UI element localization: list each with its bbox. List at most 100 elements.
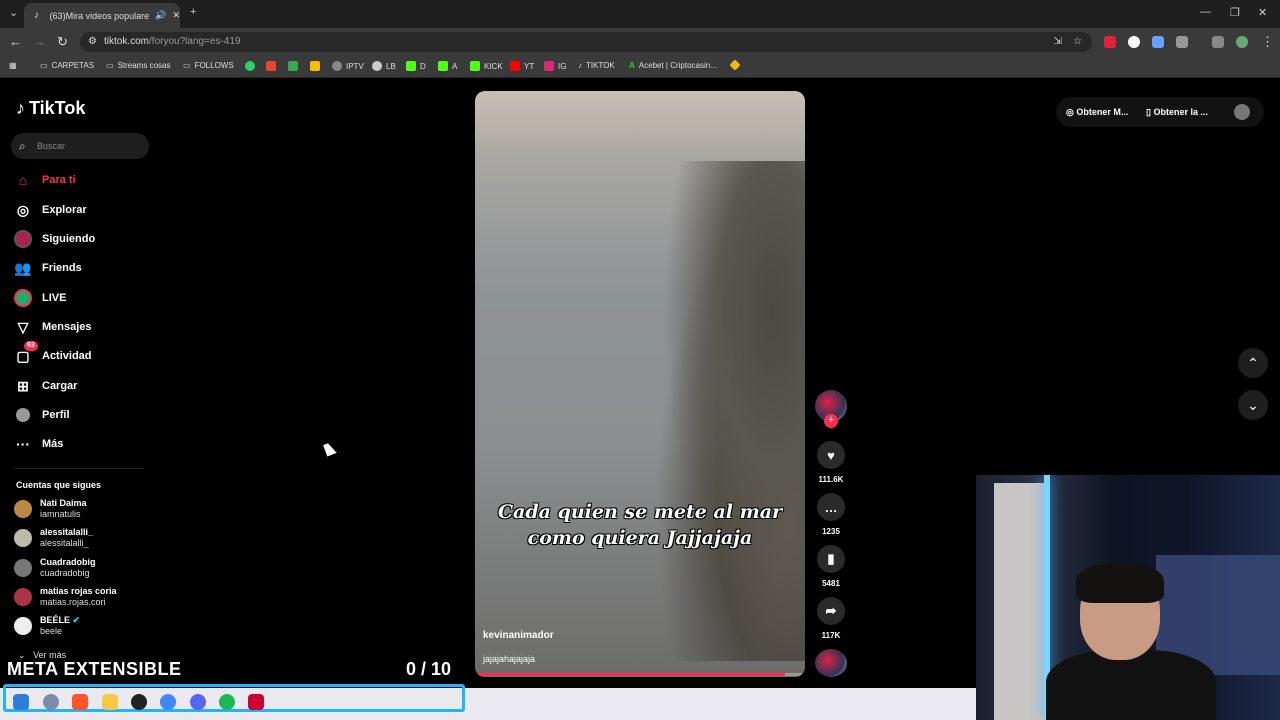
file-explorer-icon[interactable]	[102, 694, 118, 710]
nav-siguiendo[interactable]: Siguiendo	[14, 230, 95, 248]
video-progress-bar[interactable]	[475, 673, 805, 676]
chrome-icon[interactable]	[160, 694, 176, 710]
back-icon[interactable]: ←	[9, 34, 22, 49]
install-app-icon[interactable]: ⇲	[1054, 32, 1062, 52]
new-tab-icon[interactable]: +	[190, 6, 196, 18]
compass-icon: ◎	[16, 201, 30, 218]
save-button[interactable]: ▮ 5481	[815, 545, 847, 588]
nav-mas[interactable]: ··· Más	[14, 435, 63, 453]
windows-start-icon[interactable]	[13, 694, 29, 710]
settings-icon[interactable]	[43, 694, 59, 710]
nav-explorar[interactable]: ◎ Explorar	[14, 201, 87, 219]
tiktok-logo[interactable]: ♪ TikTok	[16, 98, 85, 119]
site-info-icon[interactable]: ⚙	[88, 32, 97, 52]
following-account[interactable]: Cuadradobig cuadradobig	[14, 557, 96, 579]
app-icon[interactable]	[248, 694, 264, 710]
bookmark-keep[interactable]	[310, 61, 320, 71]
extensions-puzzle-icon[interactable]	[1176, 36, 1188, 48]
bookmark-icon: ▮	[817, 545, 845, 573]
extension-wave-icon[interactable]	[1152, 36, 1164, 48]
live-icon	[14, 289, 32, 307]
nav-actividad[interactable]: ▢ 63 Actividad	[14, 341, 92, 365]
extension-red-icon[interactable]	[1104, 36, 1116, 48]
apps-grid-icon[interactable]: ▦	[9, 61, 17, 70]
obs-icon[interactable]	[131, 694, 147, 710]
video-player[interactable]: Cada quien se mete al mar como quiera Ja…	[475, 91, 805, 677]
save-count: 5481	[822, 579, 840, 588]
bookmark-follows[interactable]: ▭ FOLLOWS	[183, 61, 234, 70]
profile-avatar-icon[interactable]	[1236, 36, 1248, 48]
music-disc-avatar[interactable]	[815, 649, 847, 677]
comment-button[interactable]: … 1235	[815, 493, 847, 536]
avatar	[14, 529, 32, 547]
bookmark-binance[interactable]	[729, 59, 741, 71]
bookmark-acebet[interactable]: A Acebet | Criptocasin...	[629, 61, 717, 70]
nav-mensajes[interactable]: ▽ Mensajes	[14, 318, 92, 336]
search-input[interactable]: ⌕ Buscar	[11, 133, 149, 159]
bookmark-whatsapp[interactable]	[245, 61, 255, 71]
bookmark-ig[interactable]: IG	[544, 61, 566, 71]
tab-close-icon[interactable]: ✕	[172, 10, 180, 21]
bookmark-lb[interactable]: LB	[372, 61, 396, 71]
next-video-button[interactable]: ⌄	[1238, 390, 1268, 420]
folder-icon: ▭	[183, 61, 191, 70]
like-count: 111.6K	[818, 475, 844, 484]
media-control-icon[interactable]	[1212, 36, 1224, 48]
bookmark-iptv[interactable]: IPTV	[332, 61, 364, 71]
extension-shield-icon[interactable]	[1128, 36, 1140, 48]
bookmark-star-icon[interactable]: ☆	[1073, 32, 1082, 52]
url-field[interactable]: ⚙ tiktok.com/foryou?lang=es-419 ⇲ ☆	[80, 32, 1092, 52]
following-account[interactable]: Nati Daima iamnatulis	[14, 498, 87, 520]
url-path: /foryou?lang=es-419	[149, 36, 241, 47]
browser-menu-icon[interactable]: ⋮	[1261, 34, 1274, 50]
share-button[interactable]: ➦ 117K	[815, 597, 847, 640]
forward-icon[interactable]: →	[33, 34, 46, 49]
get-app-button[interactable]: ▯ Obtener la ...	[1146, 107, 1208, 118]
prev-video-button[interactable]: ⌃	[1238, 348, 1268, 378]
bookmark-gmail[interactable]	[266, 61, 276, 71]
tab-list-icon[interactable]: ⌄	[9, 6, 18, 19]
audio-icon[interactable]: 🔊	[155, 10, 166, 21]
lb-icon	[372, 61, 382, 71]
bookmark-d[interactable]: D	[406, 61, 426, 71]
bookmark-streams[interactable]: ▭ Streams cosas	[106, 61, 170, 70]
webcam-person-hair	[1076, 563, 1164, 603]
webcam-overlay	[976, 475, 1280, 720]
nav-para-ti[interactable]: ⌂ Para ti	[14, 171, 76, 189]
get-coins-button[interactable]: ◎ Obtener M...	[1066, 107, 1128, 118]
bookmark-kick[interactable]: KICK	[470, 61, 503, 71]
bookmark-carpetas[interactable]: ▭ CARPETAS	[40, 61, 94, 70]
maximize-icon[interactable]: ❐	[1230, 6, 1240, 19]
nav-perfil[interactable]: Perfil	[14, 406, 70, 424]
close-window-icon[interactable]: ✕	[1258, 6, 1267, 19]
following-avatar-icon	[14, 230, 32, 248]
bookmark-drive[interactable]	[288, 61, 298, 71]
stream-goal-count: 0 / 10	[406, 659, 452, 679]
bookmark-a[interactable]: A	[438, 61, 457, 71]
reload-icon[interactable]: ↻	[57, 34, 68, 50]
friends-icon: 👥	[14, 259, 32, 276]
bookmark-yt[interactable]: YT	[510, 61, 534, 71]
following-account[interactable]: matias rojas coria matias.rojas.cori	[14, 586, 117, 608]
brave-icon[interactable]	[72, 694, 88, 710]
browser-tab[interactable]: ♪ (63)Mira videos populares s 🔊 ✕	[24, 3, 180, 28]
minimize-icon[interactable]: —	[1200, 6, 1211, 18]
address-toolbar: ← → ↻ ⚙ tiktok.com/foryou?lang=es-419 ⇲ …	[0, 28, 1280, 56]
bookmarks-bar: ▦ ▭ CARPETAS ▭ Streams cosas ▭ FOLLOWS IPTV…	[0, 56, 1280, 78]
nav-friends[interactable]: 👥 Friends	[14, 259, 81, 277]
avatar	[14, 559, 32, 577]
like-button[interactable]: ♥ 111.6K	[815, 441, 847, 484]
activity-badge: 63	[24, 341, 38, 351]
bookmark-tiktok[interactable]: ♪ TIKTOK	[578, 61, 615, 70]
following-account[interactable]: BEÉLE ✔ beele	[14, 615, 80, 637]
keep-icon	[310, 61, 320, 71]
nav-cargar[interactable]: ⊞ Cargar	[14, 377, 77, 395]
following-account[interactable]: alessitalalli_ alessitalalli_	[14, 527, 93, 549]
video-author[interactable]: kevinanimador	[483, 630, 554, 641]
profile-icon	[14, 406, 32, 424]
follow-plus-icon[interactable]: +	[824, 414, 838, 428]
spotify-icon[interactable]	[219, 694, 235, 710]
nav-live[interactable]: LIVE	[14, 289, 66, 307]
user-avatar[interactable]	[1234, 104, 1250, 120]
discord-icon[interactable]	[190, 694, 206, 710]
